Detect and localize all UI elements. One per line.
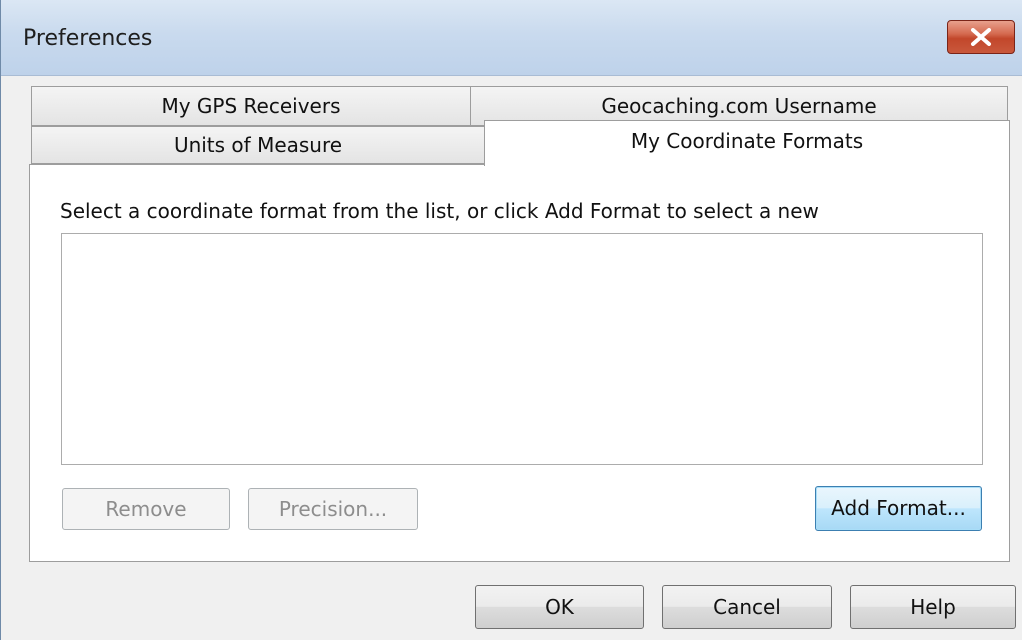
- tab-my-coordinate-formats[interactable]: My Coordinate Formats: [484, 120, 1010, 166]
- window-title: Preferences: [23, 26, 153, 51]
- ok-button-label: OK: [545, 595, 574, 619]
- tab-label: Units of Measure: [173, 133, 343, 157]
- instruction-text: Select a coordinate format from the list…: [60, 199, 819, 223]
- tab-label: My Coordinate Formats: [630, 129, 864, 153]
- cancel-button[interactable]: Cancel: [662, 585, 832, 629]
- coordinate-formats-panel: Select a coordinate format from the list…: [29, 164, 1010, 562]
- precision-button-label: Precision...: [278, 497, 388, 521]
- precision-button[interactable]: Precision...: [248, 488, 418, 530]
- ok-button[interactable]: OK: [475, 585, 644, 629]
- cancel-button-label: Cancel: [713, 595, 781, 619]
- remove-button[interactable]: Remove: [62, 488, 230, 530]
- tab-label: My GPS Receivers: [161, 94, 341, 118]
- tab-units-of-measure[interactable]: Units of Measure: [31, 126, 485, 164]
- add-format-button[interactable]: Add Format...: [815, 486, 982, 531]
- close-icon: [971, 28, 991, 46]
- preferences-dialog: Preferences My GPS Receivers Geocaching.…: [0, 0, 1022, 640]
- add-format-button-label: Add Format...: [831, 496, 966, 520]
- close-button[interactable]: [947, 20, 1015, 54]
- title-bar[interactable]: Preferences: [1, 0, 1022, 76]
- coordinate-format-list[interactable]: [61, 233, 983, 465]
- tab-my-gps-receivers[interactable]: My GPS Receivers: [31, 86, 471, 126]
- remove-button-label: Remove: [105, 497, 187, 521]
- tab-label: Geocaching.com Username: [601, 94, 877, 118]
- help-button[interactable]: Help: [850, 585, 1016, 629]
- help-button-label: Help: [910, 595, 956, 619]
